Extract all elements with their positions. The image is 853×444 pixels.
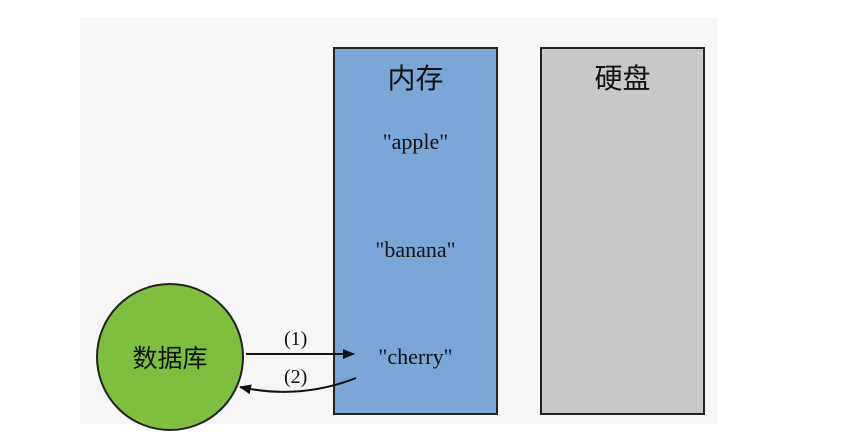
database-node: 数据库 [96, 283, 244, 431]
step2-label: (2) [284, 366, 308, 388]
diagram: 内存 "apple" "banana" "cherry" 硬盘 数据库 (1) … [0, 0, 853, 444]
step1-label: (1) [284, 328, 308, 350]
disk-box: 硬盘 [540, 47, 705, 415]
memory-title: 内存 [387, 62, 444, 95]
memory-box: 内存 "apple" "banana" "cherry" [333, 47, 498, 415]
memory-item-banana: "banana" [375, 237, 456, 262]
database-label: 数据库 [132, 344, 208, 373]
disk-title: 硬盘 [594, 62, 651, 95]
memory-item-cherry: "cherry" [378, 344, 453, 369]
memory-item-apple: "apple" [382, 129, 449, 154]
